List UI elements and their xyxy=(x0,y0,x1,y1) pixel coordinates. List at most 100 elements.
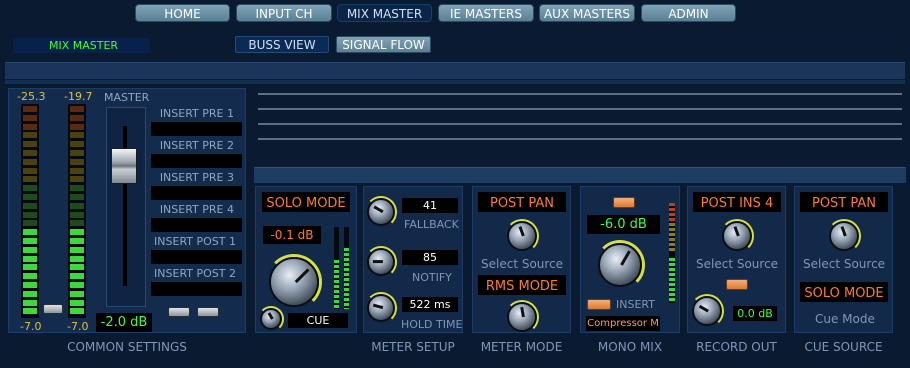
signal-line xyxy=(258,93,902,95)
fader-value-display[interactable]: -2.0 dB xyxy=(96,313,152,332)
sections-header-band xyxy=(254,167,906,183)
insert-pre-4-slot[interactable] xyxy=(151,218,242,232)
hold-time-knob[interactable] xyxy=(367,294,395,322)
tab-admin[interactable]: ADMIN xyxy=(641,4,736,22)
mono-level-knob[interactable] xyxy=(598,243,642,287)
meter-segment xyxy=(23,273,37,280)
tab-mix-master[interactable]: MIX MASTER xyxy=(337,4,432,22)
insert-pre-2-slot[interactable] xyxy=(151,154,242,168)
record-level-knob[interactable] xyxy=(692,296,722,326)
meter-post-pan-button[interactable]: POST PAN xyxy=(478,192,566,212)
meter-segment xyxy=(70,211,84,218)
record-toggle-button[interactable] xyxy=(726,279,748,290)
cue-solo-mode-label: SOLO MODE xyxy=(804,286,884,301)
record-level: 0.0 dB xyxy=(737,307,773,320)
meter-segment xyxy=(70,264,84,271)
solo-mode-button[interactable]: SOLO MODE xyxy=(262,192,350,212)
page-title: MIX MASTER xyxy=(13,38,150,53)
signal-line xyxy=(258,138,902,140)
meter-segment xyxy=(23,194,37,200)
meter-segment xyxy=(23,167,37,174)
meter-segment xyxy=(70,220,84,227)
record-source-knob[interactable] xyxy=(722,221,752,251)
signal-line xyxy=(258,123,902,125)
meter-segment xyxy=(70,114,84,121)
meter-segment xyxy=(23,211,37,218)
meter-segment xyxy=(70,282,84,288)
cue-post-pan-button[interactable]: POST PAN xyxy=(800,192,888,212)
tab-input-ch[interactable]: INPUT CH xyxy=(236,4,332,22)
tab-ie-masters[interactable]: IE MASTERS xyxy=(438,4,534,22)
cue-value-display: CUE xyxy=(288,313,348,328)
mono-mix-label: MONO MIX xyxy=(597,340,663,354)
insert-pre-3-slot[interactable] xyxy=(151,186,242,200)
solo-level-knob[interactable] xyxy=(269,257,319,307)
cue-source-knob[interactable] xyxy=(829,221,859,251)
meter-segment xyxy=(70,273,84,280)
fallback-value: 41 xyxy=(402,198,458,213)
rms-mode-button[interactable]: RMS MODE xyxy=(478,275,566,295)
mono-insert-value[interactable]: Compressor M xyxy=(586,316,660,331)
meter-right-bottom: -7.0 xyxy=(67,320,89,333)
meter-source-knob[interactable] xyxy=(507,221,537,251)
meter-right-peak: -19.7 xyxy=(64,90,93,103)
tab-aux-masters[interactable]: AUX MASTERS xyxy=(539,4,635,22)
insert-toggle-b-button[interactable] xyxy=(197,307,219,317)
mono-mix-toggle-button[interactable] xyxy=(613,197,635,208)
buss-view-button[interactable]: BUSS VIEW xyxy=(235,36,329,53)
signal-flow-button[interactable]: SIGNAL FLOW xyxy=(336,36,431,53)
insert-pre-2-label: INSERT PRE 2 xyxy=(159,139,234,152)
notify-knob[interactable] xyxy=(367,248,395,276)
insert-pre-4-label: INSERT PRE 4 xyxy=(159,203,234,216)
meter-segment xyxy=(70,132,84,139)
mono-insert-button[interactable] xyxy=(587,299,611,310)
hold-time-value: 522 ms xyxy=(402,297,458,312)
meter-segment xyxy=(70,238,84,244)
mono-meter-peak xyxy=(669,203,675,223)
divider xyxy=(5,80,905,84)
insert-post-2-label: INSERT POST 2 xyxy=(154,267,236,280)
meter-segment xyxy=(23,132,37,139)
solo-level-display: -0.1 dB xyxy=(263,226,321,244)
meter-segment xyxy=(23,202,37,209)
record-post-ins-label: POST INS 4 xyxy=(700,196,774,211)
meter-segment xyxy=(23,106,37,112)
record-post-ins-button[interactable]: POST INS 4 xyxy=(693,192,781,212)
cue-knob[interactable] xyxy=(260,308,282,330)
insert-post-1-slot[interactable] xyxy=(151,250,242,264)
meter-segment xyxy=(23,290,37,297)
insert-post-2-slot[interactable] xyxy=(151,282,242,296)
meter-segment xyxy=(23,185,37,192)
meter-segment xyxy=(70,290,84,297)
meter-mode-knob[interactable] xyxy=(507,302,537,332)
rms-mode-label: RMS MODE xyxy=(485,279,559,294)
insert-pre-3-label: INSERT PRE 3 xyxy=(159,171,234,184)
meter-segment xyxy=(70,123,84,130)
meter-segment xyxy=(23,255,37,262)
meter-segment xyxy=(70,299,84,306)
meter-segment xyxy=(70,185,84,192)
meter-left-peak: -25.3 xyxy=(17,90,46,103)
meter-segment xyxy=(70,141,84,148)
meter-reset-button[interactable] xyxy=(43,304,63,314)
insert-pre-1-slot[interactable] xyxy=(151,122,242,136)
meter-setup-label: METER SETUP xyxy=(371,340,455,354)
meter-post-pan-label: POST PAN xyxy=(489,196,555,211)
notify-value: 85 xyxy=(402,250,458,265)
meter-segment xyxy=(23,150,37,156)
master-label: MASTER xyxy=(104,91,150,104)
cue-source-section-label: CUE SOURCE xyxy=(804,340,883,354)
meter-segment xyxy=(23,176,37,183)
signal-line xyxy=(258,108,902,110)
cue-solo-mode-button[interactable]: SOLO MODE xyxy=(800,282,888,302)
fallback-label: FALLBACK xyxy=(404,218,459,231)
insert-toggle-a-button[interactable] xyxy=(168,307,190,317)
cue-post-pan-label: POST PAN xyxy=(811,196,877,211)
meter-left-bottom: -7.0 xyxy=(20,320,42,333)
fallback-knob[interactable] xyxy=(367,198,395,226)
master-fader-handle[interactable] xyxy=(111,148,137,184)
top-band xyxy=(5,62,905,80)
meter-segment xyxy=(23,141,37,148)
mono-meter-mid xyxy=(669,223,675,253)
tab-home[interactable]: HOME xyxy=(135,4,230,22)
